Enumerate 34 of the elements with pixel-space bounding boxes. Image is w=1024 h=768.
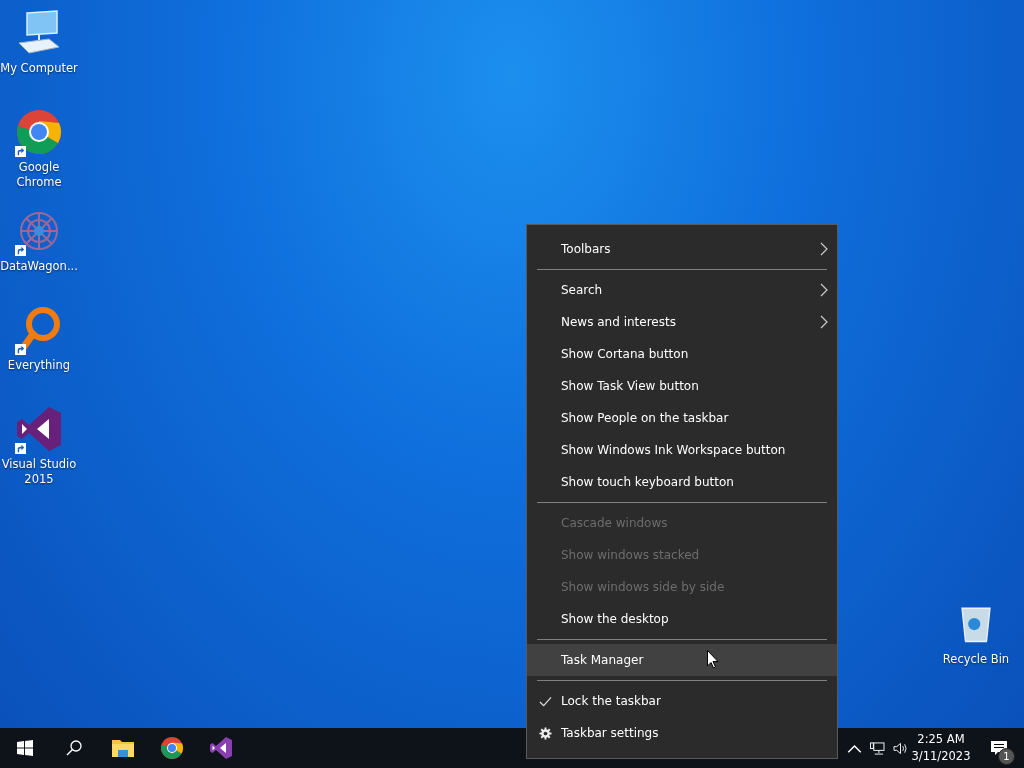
menu-item[interactable]: Taskbar settings [527,717,837,749]
icon-label[interactable]: Recycle Bin [937,652,1015,667]
menu-item[interactable]: News and interests [527,306,837,338]
chrome-icon [159,736,184,760]
menu-item[interactable]: Task Manager [527,644,837,676]
menu-item[interactable]: Search [527,274,837,306]
windows-logo-icon [16,740,33,756]
icon-label[interactable]: Visual Studio 2015 [0,457,78,487]
chrome-icon[interactable] [15,108,63,156]
chevron-right-icon [820,315,828,329]
icon-label[interactable]: DataWagon... [0,259,78,274]
visual-studio-icon[interactable] [15,405,63,453]
icon-label[interactable]: Google Chrome [0,160,78,190]
menu-item[interactable]: Show Cortana button [527,338,837,370]
chevron-right-icon [820,283,828,297]
notification-badge: 1 [998,748,1015,765]
mouse-cursor-icon [707,650,719,669]
visual-studio-icon [208,736,233,760]
speaker-icon [893,741,908,755]
menu-item[interactable]: Show Task View button [527,370,837,402]
menu-item[interactable]: Show Windows Ink Workspace button [527,434,837,466]
menu-item[interactable]: Show People on the taskbar [527,402,837,434]
menu-item[interactable]: Toolbars [527,233,837,265]
action-center-button[interactable]: 1 [974,728,1024,768]
menu-item[interactable]: Show touch keyboard button [527,466,837,498]
clock-button[interactable]: 2:25 AM 3/11/2023 [912,728,970,768]
settings-icon [538,726,552,740]
chevron-right-icon [820,242,828,256]
search-icon [65,740,82,756]
menu-item[interactable]: Lock the taskbar [527,685,837,717]
icon-label[interactable]: Everything [0,358,78,373]
network-icon [870,741,885,755]
menu-item[interactable]: Show the desktop [527,603,837,635]
icon-label[interactable]: My Computer [0,61,78,76]
